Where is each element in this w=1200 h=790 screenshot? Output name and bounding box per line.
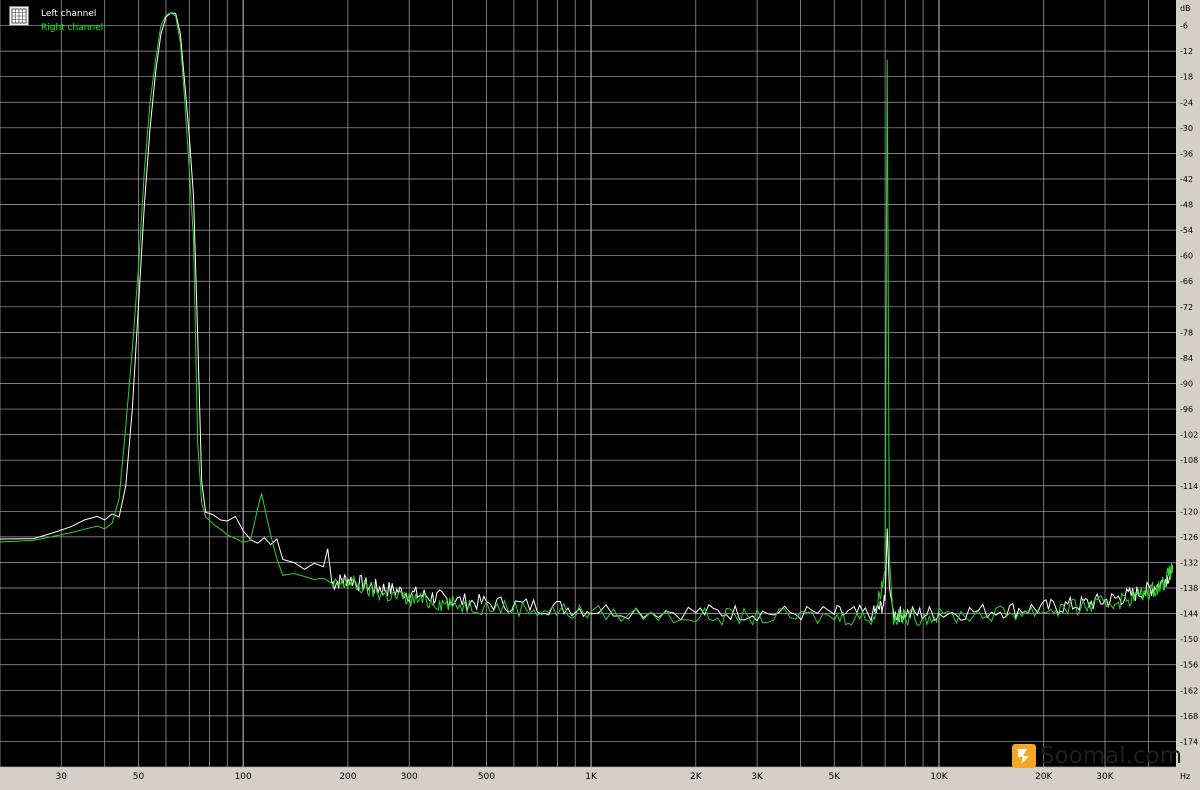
- y-tick-label: -48: [1180, 201, 1193, 210]
- soomal-logo-icon: [1012, 744, 1036, 768]
- y-tick-label: -42: [1180, 175, 1193, 184]
- y-tick-label: -30: [1180, 124, 1193, 133]
- x-tick-label: 200: [339, 772, 356, 782]
- y-tick-label: -96: [1180, 405, 1193, 414]
- x-tick-label: 10K: [930, 772, 948, 782]
- x-tick-label: 20K: [1035, 772, 1053, 782]
- y-tick-label: -12: [1180, 47, 1193, 56]
- legend-right-channel: Right channel: [41, 23, 104, 33]
- y-tick-label: -150: [1180, 635, 1198, 644]
- y-tick-label: -24: [1180, 98, 1193, 107]
- watermark-text: Soomal.com: [1040, 743, 1183, 769]
- x-tick-label: 3K: [751, 772, 764, 782]
- y-tick-label: -156: [1180, 661, 1198, 670]
- y-tick-label: -132: [1180, 558, 1198, 567]
- y-unit-label: dB: [1180, 4, 1191, 13]
- chart-svg: 30 50 100 200 300 500 1K 2K 3K 5K 10K 20K 30K -6 -12 -…: [0, 0, 1200, 786]
- x-tick-label: 30K: [1096, 772, 1114, 782]
- y-tick-label: -108: [1180, 456, 1198, 465]
- y-tick-label: -126: [1180, 533, 1198, 542]
- y-tick-label: -18: [1180, 73, 1193, 82]
- y-tick-label: -66: [1180, 277, 1193, 286]
- y-tick-label: -54: [1180, 226, 1193, 235]
- y-tick-label: -90: [1180, 380, 1193, 389]
- x-tick-label: 300: [401, 772, 418, 782]
- x-tick-label: 1K: [585, 772, 598, 782]
- y-tick-label: -168: [1180, 712, 1198, 721]
- x-tick-label: 30: [56, 772, 68, 782]
- y-tick-label: -102: [1180, 431, 1198, 440]
- y-tick-label: -78: [1180, 328, 1193, 337]
- y-tick-label: -72: [1180, 303, 1193, 312]
- legend-left-channel: Left channel: [41, 9, 97, 19]
- x-tick-label: 500: [478, 772, 495, 782]
- spectrum-chart: 30 50 100 200 300 500 1K 2K 3K 5K 10K 20K 30K -6 -12 -…: [0, 0, 1200, 786]
- y-tick-label: -138: [1180, 584, 1198, 593]
- watermark: Soomal.com: [1012, 743, 1182, 769]
- y-tick-label: -60: [1180, 252, 1193, 261]
- y-tick-label: -114: [1180, 482, 1198, 491]
- y-tick-label: -144: [1180, 610, 1198, 619]
- x-tick-label: 100: [235, 772, 252, 782]
- legend: Left channel Right channel: [9, 6, 103, 35]
- y-tick-label: -120: [1180, 507, 1198, 516]
- y-tick-label: -36: [1180, 149, 1193, 158]
- x-tick-label: 2K: [690, 772, 703, 782]
- y-tick-label: -84: [1180, 354, 1193, 363]
- x-tick-label: 50: [133, 772, 145, 782]
- y-tick-label: -6: [1180, 22, 1188, 31]
- x-tick-label: 5K: [828, 772, 841, 782]
- grid-icon[interactable]: [9, 6, 29, 26]
- y-tick-label: -162: [1180, 686, 1198, 695]
- y-tick-label: -174: [1180, 737, 1198, 746]
- x-unit-label: Hz: [1180, 772, 1190, 781]
